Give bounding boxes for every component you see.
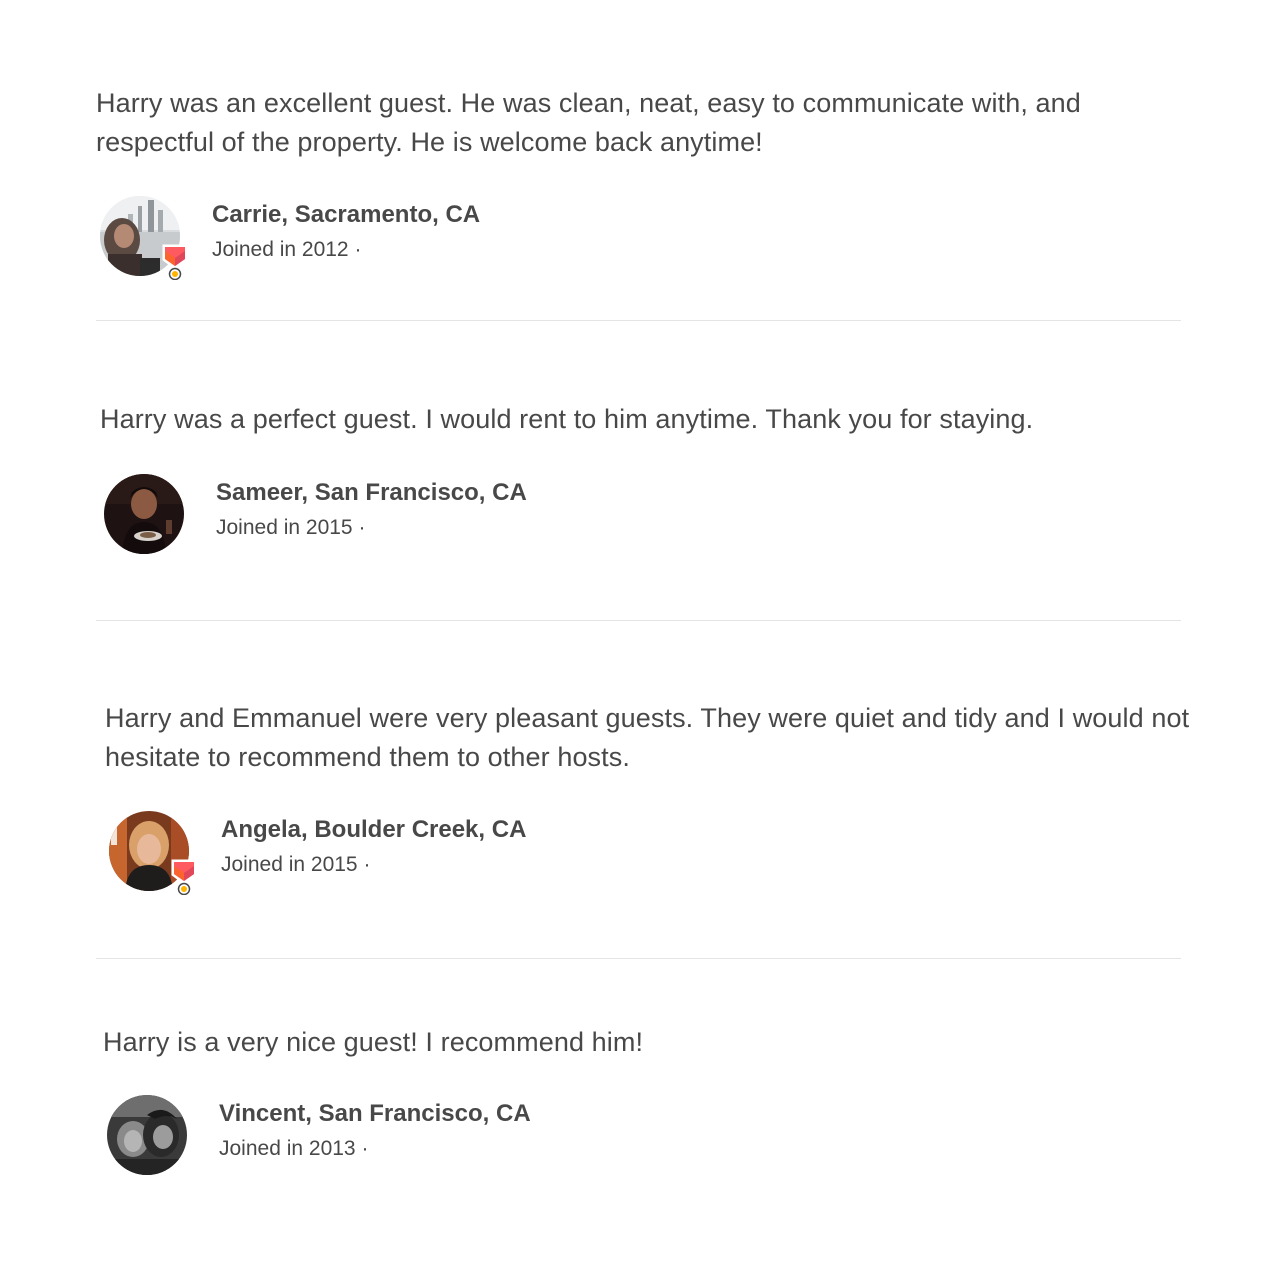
reviewer-name-link[interactable]: Carrie, Sacramento, CA [212,200,480,230]
reviewer-info: Vincent, San Francisco, CA Joined in 201… [219,1095,531,1164]
reviewer-name-link[interactable]: Angela, Boulder Creek, CA [221,815,526,845]
review-text: Harry was an excellent guest. He was cle… [96,88,1081,157]
reviewer-joined: Joined in 2015 · [221,853,371,876]
reviewer-name-link[interactable]: Vincent, San Francisco, CA [219,1099,531,1129]
reviewer-avatar[interactable] [107,1095,187,1175]
reviewer: Vincent, San Francisco, CA Joined in 201… [107,1095,531,1175]
reviewer-name-link[interactable]: Sameer, San Francisco, CA [216,478,527,508]
review-divider [96,958,1181,959]
reviewer: Sameer, San Francisco, CA Joined in 2015… [104,474,527,554]
reviewer-info: Angela, Boulder Creek, CA Joined in 2015… [221,811,526,880]
review-item: Harry was a perfect guest. I would rent … [100,400,1185,439]
review-item: Harry and Emmanuel were very pleasant gu… [105,699,1190,777]
avatar-photo [107,1095,187,1175]
reviewer-avatar[interactable] [104,474,184,554]
reviewer: Carrie, Sacramento, CA Joined in 2012 · [100,196,480,280]
reviewer-info: Sameer, San Francisco, CA Joined in 2015… [216,474,527,543]
review-text: Harry and Emmanuel were very pleasant gu… [105,703,1190,772]
review-list: Harry was an excellent guest. He was cle… [0,0,1278,1264]
reviewer-info: Carrie, Sacramento, CA Joined in 2012 · [212,196,480,265]
review-divider [96,620,1181,621]
superhost-badge-icon [171,859,197,895]
review-text: Harry was a perfect guest. I would rent … [100,404,1034,434]
reviewer-joined: Joined in 2012 · [212,238,362,261]
review-divider [96,320,1181,321]
superhost-badge-icon [162,244,188,280]
avatar-photo [104,474,184,554]
review-item: Harry was an excellent guest. He was cle… [96,84,1181,162]
reviewer-joined: Joined in 2015 · [216,516,366,539]
review-item: Harry is a very nice guest! I recommend … [103,1023,1188,1062]
review-text: Harry is a very nice guest! I recommend … [103,1027,644,1057]
reviewer-joined: Joined in 2013 · [219,1137,369,1160]
reviewer-avatar[interactable] [100,196,188,280]
reviewer: Angela, Boulder Creek, CA Joined in 2015… [109,811,526,895]
reviewer-avatar[interactable] [109,811,197,895]
